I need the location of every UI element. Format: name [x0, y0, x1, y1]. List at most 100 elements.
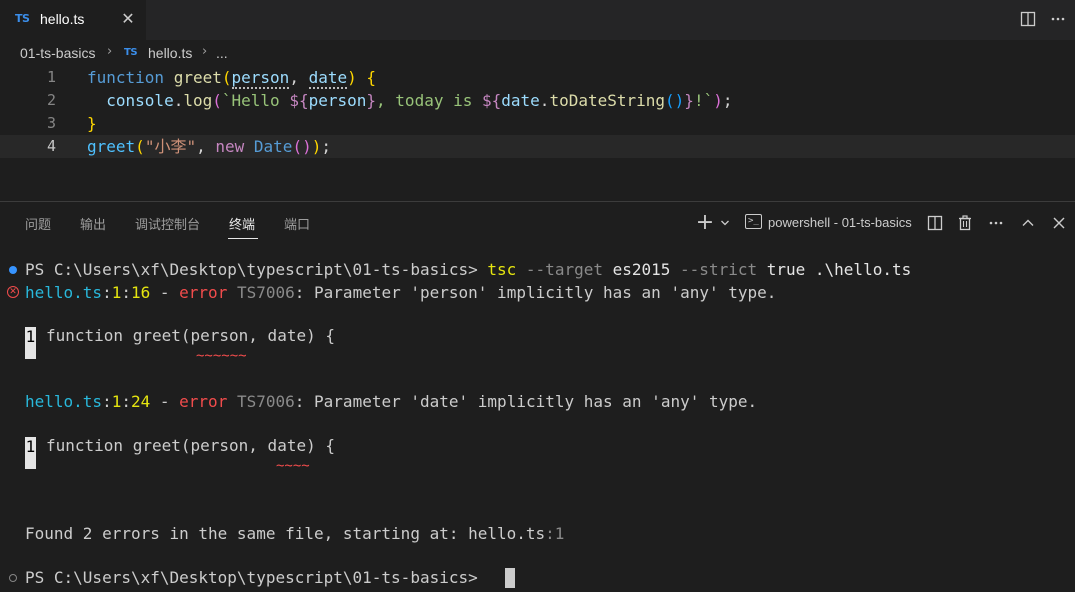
tab-ports[interactable]: 端口 — [284, 214, 310, 233]
token: , — [289, 68, 309, 87]
line-number: 4 — [46, 137, 56, 155]
token: : — [121, 283, 131, 302]
more-actions-icon[interactable] — [986, 212, 1006, 234]
split-terminal-icon[interactable] — [925, 212, 945, 234]
terminal-instance-label[interactable]: powershell - 01-ts-basics — [768, 215, 912, 230]
error-decoration-icon[interactable]: ✕ — [7, 286, 19, 298]
error-file-link[interactable]: hello.ts — [25, 392, 102, 411]
summary-line: Found 2 errors in the same file, startin… — [25, 524, 564, 544]
prompt: PS C:\Users\xf\Desktop\typescript\01-ts-… — [25, 260, 488, 279]
maximize-panel-icon[interactable] — [1018, 212, 1038, 234]
token: date — [308, 68, 348, 89]
code-line: 3 } — [0, 112, 1075, 135]
editor-tab-bar: TS hello.ts ✕ — [0, 0, 1075, 40]
token: () — [292, 137, 312, 156]
code-line-current: 4 greet("小李", new Date()); — [0, 135, 1075, 158]
token: console — [106, 91, 174, 110]
tab-output[interactable]: 输出 — [80, 214, 106, 233]
typescript-file-icon: TS — [124, 47, 138, 58]
token: ${ — [289, 91, 309, 110]
terminal-prompt-line: PS C:\Users\xf\Desktop\typescript\01-ts-… — [25, 568, 487, 588]
token: : — [102, 392, 112, 411]
terminal-icon: >_ — [745, 214, 762, 229]
code-text: console.log(`Hello ${person}, today is $… — [87, 89, 732, 112]
token: } — [366, 91, 377, 110]
value: es2015 — [612, 260, 671, 279]
more-actions-icon[interactable] — [1046, 8, 1070, 30]
token: , — [196, 137, 216, 156]
breadcrumb-symbols[interactable]: ... — [216, 45, 228, 61]
breadcrumb: 01-ts-basics › TS hello.ts › ... — [0, 40, 1075, 66]
token: { — [356, 68, 377, 87]
token: toDateString — [549, 91, 666, 110]
option: --strict — [670, 260, 767, 279]
code-text: greet("小李", new Date()); — [87, 135, 331, 158]
line-gutter: 1 — [25, 437, 36, 469]
chevron-right-icon: › — [202, 44, 208, 59]
token: ) — [713, 91, 723, 110]
token: greet — [173, 68, 222, 87]
token: : — [102, 283, 112, 302]
chevron-right-icon: › — [107, 44, 113, 59]
token: log — [183, 91, 213, 110]
breadcrumb-folder[interactable]: 01-ts-basics — [20, 45, 95, 61]
trash-icon[interactable] — [955, 212, 975, 234]
bottom-panel: 问题 输出 调试控制台 终端 端口 + >_ powershell - 01-t… — [0, 202, 1075, 592]
token: 1 — [111, 392, 122, 411]
code-text: } — [87, 112, 97, 135]
split-editor-icon[interactable] — [1016, 8, 1040, 30]
token: ( — [135, 137, 145, 156]
token: } — [684, 91, 694, 110]
terminal-output[interactable]: PS C:\Users\xf\Desktop\typescript\01-ts-… — [0, 252, 1075, 592]
code-editor[interactable]: 1 function greet(person, date) { 2 conso… — [0, 66, 1075, 202]
terminal-cursor — [505, 568, 515, 588]
token: - — [150, 392, 180, 411]
token: error — [179, 392, 228, 411]
error-squiggle: ~~~~ — [276, 458, 310, 474]
error-line: hello.ts:1:24 - error TS7006: Parameter … — [25, 392, 757, 412]
add-terminal-icon[interactable]: + — [695, 212, 715, 234]
tab-hello-ts[interactable]: TS hello.ts ✕ — [0, 0, 146, 40]
token: `Hello — [221, 91, 290, 110]
tab-problems[interactable]: 问题 — [25, 214, 51, 233]
code-snippet: function greet(person, date) { — [46, 436, 335, 455]
tab-terminal[interactable]: 终端 — [229, 214, 255, 233]
token: : Parameter 'person' implicitly has an '… — [294, 283, 777, 302]
token: . — [539, 91, 550, 110]
token: 1 — [111, 283, 122, 302]
chevron-down-icon[interactable] — [718, 212, 732, 234]
token: ; — [321, 137, 331, 156]
breadcrumb-file[interactable]: hello.ts — [148, 45, 192, 61]
token: . — [173, 91, 184, 110]
token: 24 — [130, 392, 151, 411]
line-number: 1 — [46, 68, 56, 86]
line-number: 3 — [46, 114, 56, 132]
token: ) — [347, 68, 357, 87]
token: error — [179, 283, 228, 302]
close-panel-icon[interactable] — [1049, 212, 1069, 234]
token: , today is — [376, 91, 482, 110]
token: ${ — [482, 91, 502, 110]
command-decoration[interactable] — [9, 574, 17, 582]
token: () — [665, 91, 685, 110]
error-file-link[interactable]: hello.ts — [25, 283, 102, 302]
command: tsc — [487, 260, 517, 279]
tab-label: hello.ts — [40, 11, 85, 27]
token: new — [215, 137, 245, 156]
token: TS7006 — [227, 283, 295, 302]
tab-debug-console[interactable]: 调试控制台 — [135, 214, 200, 233]
token: Date — [253, 137, 293, 156]
token: ; — [722, 91, 733, 110]
command-success-decoration[interactable] — [9, 266, 17, 274]
token: : — [121, 392, 131, 411]
error-line: hello.ts:1:16 - error TS7006: Parameter … — [25, 283, 776, 303]
prompt: PS C:\Users\xf\Desktop\typescript\01-ts-… — [25, 568, 488, 587]
close-icon[interactable]: ✕ — [118, 8, 138, 30]
code-line: 1 function greet(person, date) { — [0, 66, 1075, 89]
error-squiggle: ~~~~~~ — [196, 348, 247, 364]
token: ( — [221, 68, 232, 87]
token: ( — [212, 91, 222, 110]
line-gutter: 1 — [25, 327, 36, 359]
